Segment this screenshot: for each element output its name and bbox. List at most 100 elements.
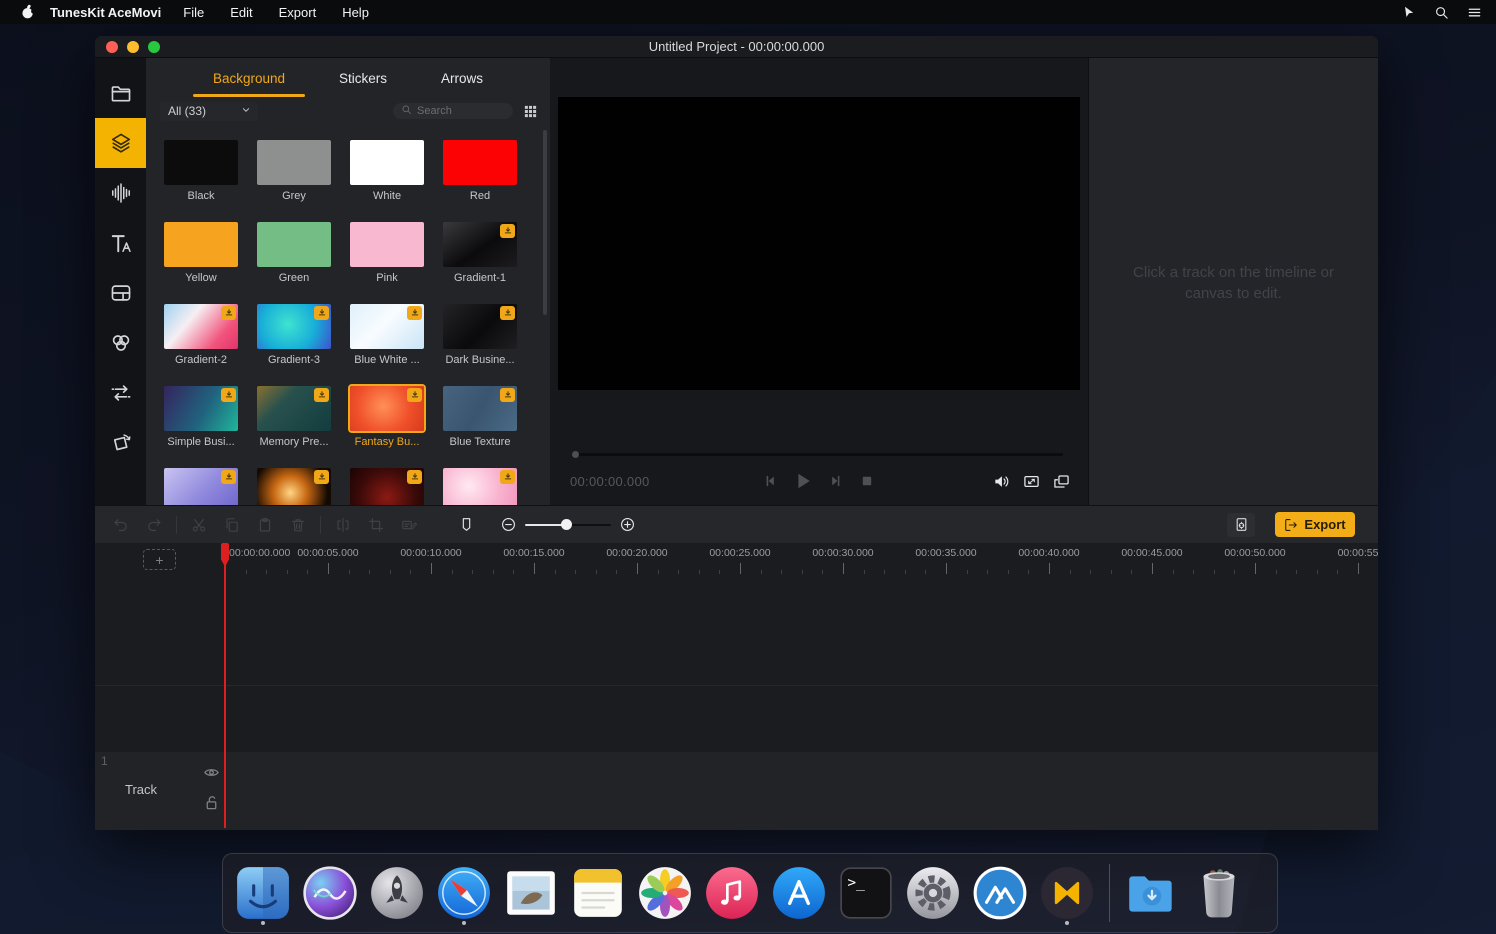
- transitions-icon[interactable]: [95, 368, 146, 418]
- spotlight-search-icon[interactable]: [1434, 5, 1449, 20]
- zoom-slider-thumb[interactable]: [561, 519, 572, 530]
- background-thumbnail[interactable]: [443, 222, 517, 267]
- dock-app-safari[interactable]: [434, 861, 494, 925]
- step-forward-button[interactable]: [827, 473, 843, 489]
- panel-scrollbar[interactable]: [543, 130, 547, 315]
- fit-screen-icon[interactable]: [1023, 473, 1040, 490]
- track-visibility-icon[interactable]: [203, 764, 220, 786]
- dock-app-launchpad[interactable]: [367, 861, 427, 925]
- dock-app-mail[interactable]: [501, 861, 561, 925]
- playhead-handle[interactable]: [221, 543, 229, 567]
- background-thumbnail[interactable]: [350, 304, 424, 349]
- stop-button[interactable]: [859, 473, 875, 489]
- dock-app-trash[interactable]: [1189, 861, 1249, 925]
- background-thumbnail[interactable]: [350, 140, 424, 185]
- background-thumbnail[interactable]: [443, 140, 517, 185]
- seek-handle[interactable]: [572, 451, 579, 458]
- dock-app-acemovi[interactable]: [1037, 861, 1097, 925]
- zoom-slider[interactable]: [525, 519, 611, 530]
- track-lock-icon[interactable]: [203, 794, 220, 816]
- background-thumbnail[interactable]: [257, 386, 331, 431]
- track-row[interactable]: 1 Track: [95, 752, 1378, 830]
- play-button[interactable]: [792, 470, 814, 492]
- background-item[interactable]: [350, 468, 424, 505]
- dock-app-app-store[interactable]: [769, 861, 829, 925]
- pip-preview-icon[interactable]: [1053, 473, 1070, 490]
- volume-icon[interactable]: [993, 473, 1010, 490]
- background-thumbnail[interactable]: [164, 304, 238, 349]
- background-item[interactable]: Dark Busine...: [443, 304, 517, 367]
- background-thumbnail[interactable]: [164, 222, 238, 267]
- background-thumbnail[interactable]: [350, 222, 424, 267]
- project-settings-button[interactable]: [1227, 513, 1255, 537]
- menu-item-file[interactable]: File: [183, 5, 204, 20]
- background-item[interactable]: Blue White ...: [350, 304, 424, 367]
- audio-icon[interactable]: [95, 168, 146, 218]
- background-thumbnail[interactable]: [443, 304, 517, 349]
- dock-app-siri[interactable]: [300, 861, 360, 925]
- background-item[interactable]: Simple Busi...: [164, 386, 238, 449]
- background-item[interactable]: Blue Texture: [443, 386, 517, 449]
- split-screen-icon[interactable]: [95, 268, 146, 318]
- playhead[interactable]: [224, 543, 226, 828]
- notification-center-icon[interactable]: [1467, 5, 1482, 20]
- dock-app-itunes[interactable]: [702, 861, 762, 925]
- background-item[interactable]: Black: [164, 140, 238, 203]
- tab-background[interactable]: Background: [209, 61, 289, 96]
- media-folder-icon[interactable]: [95, 68, 146, 118]
- menu-item-edit[interactable]: Edit: [230, 5, 252, 20]
- menu-item-help[interactable]: Help: [342, 5, 369, 20]
- zoom-in-icon[interactable]: [620, 517, 635, 532]
- rotate-crop-icon[interactable]: [95, 418, 146, 468]
- dock-app-downloads-folder[interactable]: [1122, 861, 1182, 925]
- zoom-out-icon[interactable]: [501, 517, 516, 532]
- background-item[interactable]: Gradient-3: [257, 304, 331, 367]
- background-thumbnail[interactable]: [257, 468, 331, 505]
- app-menu-title[interactable]: TunesKit AceMovi: [50, 5, 161, 20]
- background-item[interactable]: Red: [443, 140, 517, 203]
- background-thumbnail[interactable]: [350, 386, 424, 431]
- preview-canvas[interactable]: [558, 97, 1080, 390]
- dock-app-photos[interactable]: [635, 861, 695, 925]
- background-item[interactable]: Gradient-2: [164, 304, 238, 367]
- grid-view-icon[interactable]: [523, 104, 538, 119]
- background-item[interactable]: [164, 468, 238, 505]
- background-thumbnail[interactable]: [257, 140, 331, 185]
- background-item[interactable]: Gradient-1: [443, 222, 517, 285]
- dock-app-app-cleaner[interactable]: [970, 861, 1030, 925]
- menu-item-export[interactable]: Export: [279, 5, 317, 20]
- background-thumbnail[interactable]: [164, 140, 238, 185]
- category-dropdown[interactable]: All (33): [160, 102, 258, 121]
- dock-app-terminal[interactable]: >_: [836, 861, 896, 925]
- search-input[interactable]: [417, 105, 501, 117]
- background-item[interactable]: Green: [257, 222, 331, 285]
- background-item[interactable]: White: [350, 140, 424, 203]
- step-back-button[interactable]: [763, 473, 779, 489]
- tab-stickers[interactable]: Stickers: [335, 61, 391, 96]
- tab-arrows[interactable]: Arrows: [437, 61, 487, 96]
- background-thumbnail[interactable]: [257, 222, 331, 267]
- background-item[interactable]: Yellow: [164, 222, 238, 285]
- seek-bar[interactable]: [573, 453, 1063, 456]
- background-item[interactable]: Grey: [257, 140, 331, 203]
- background-item[interactable]: Fantasy Bu...: [350, 386, 424, 449]
- search-box[interactable]: [393, 103, 513, 119]
- background-item[interactable]: Memory Pre...: [257, 386, 331, 449]
- pointer-icon[interactable]: [1401, 5, 1416, 20]
- background-item[interactable]: [257, 468, 331, 505]
- background-thumbnail[interactable]: [164, 386, 238, 431]
- background-thumbnail[interactable]: [350, 468, 424, 505]
- dock-app-system-preferences[interactable]: [903, 861, 963, 925]
- export-button[interactable]: Export: [1275, 512, 1355, 537]
- background-thumbnail[interactable]: [164, 468, 238, 505]
- add-track-button[interactable]: +: [143, 549, 176, 570]
- background-thumbnail[interactable]: [443, 386, 517, 431]
- marker-icon[interactable]: [458, 517, 474, 532]
- filters-icon[interactable]: [95, 318, 146, 368]
- text-icon[interactable]: [95, 218, 146, 268]
- elements-background-icon[interactable]: [95, 118, 146, 168]
- dock-app-notes[interactable]: [568, 861, 628, 925]
- apple-menu-icon[interactable]: [20, 4, 36, 20]
- background-thumbnail[interactable]: [257, 304, 331, 349]
- dock-app-finder[interactable]: [233, 861, 293, 925]
